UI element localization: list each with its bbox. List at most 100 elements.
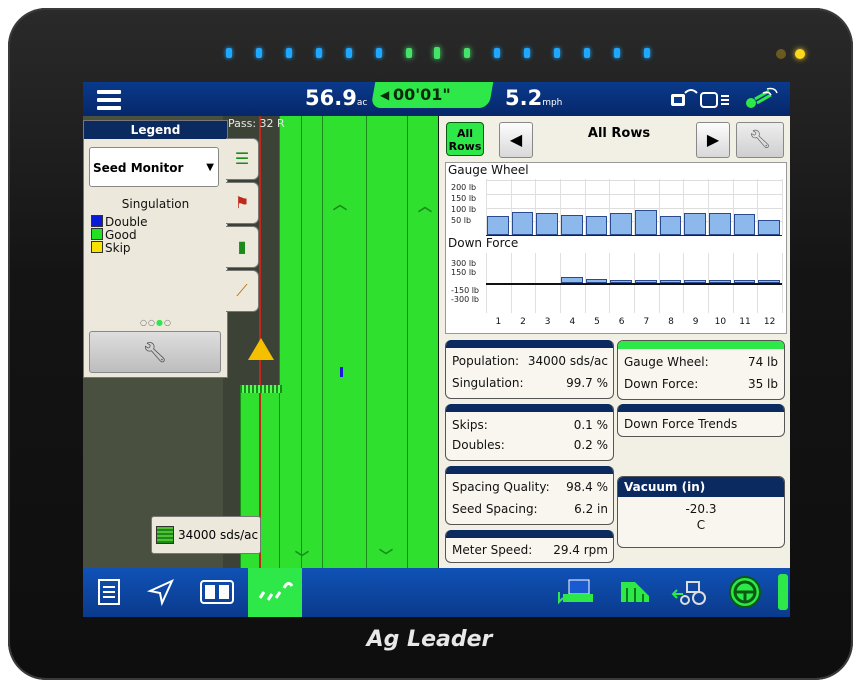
legend-item-double: Double bbox=[91, 215, 148, 229]
row-selection-title: All Rows bbox=[587, 126, 651, 141]
downforce-tick: 150 lb bbox=[451, 268, 477, 277]
meter-speed-row: Meter Speed: 29.4 rpm bbox=[452, 543, 608, 557]
row-axis-label: 5 bbox=[594, 317, 600, 327]
field-coverage-icon[interactable] bbox=[613, 574, 657, 610]
coverage-strip bbox=[279, 116, 302, 568]
legend-layer-select[interactable]: Seed Monitor ▼ bbox=[89, 147, 219, 187]
gauge-downforce-card[interactable]: Gauge Wheel: 74 lb Down Force: 35 lb bbox=[617, 340, 785, 400]
speed-readout: 5.2mph bbox=[505, 86, 562, 110]
gauge-wheel-bar bbox=[561, 215, 583, 235]
gauge-wheel-bar bbox=[684, 212, 706, 235]
planter-toolbar bbox=[240, 385, 282, 393]
navigation-icon[interactable] bbox=[139, 574, 183, 610]
row-axis-label: 11 bbox=[739, 317, 751, 327]
gauge-wheel-bar bbox=[758, 219, 780, 235]
previous-row-button[interactable]: ◀ bbox=[499, 122, 533, 158]
gauge-axis-line bbox=[486, 235, 782, 236]
gauge-wheel-bar bbox=[585, 215, 608, 235]
chart-tab[interactable]: ▮ bbox=[226, 226, 259, 268]
vacuum-card[interactable]: Vacuum (in) -20.3 C bbox=[617, 476, 785, 548]
card-header bbox=[446, 466, 613, 474]
legend-tab-icon: ☰ bbox=[234, 149, 250, 168]
singulation-row: Singulation: 99.7 % bbox=[452, 376, 608, 390]
row-charts: Gauge Wheel 200 lb 150 lb 100 lb 50 lb D… bbox=[445, 162, 787, 334]
next-row-button[interactable]: ▶ bbox=[696, 122, 730, 158]
seed-spacing-value: 6.2 in bbox=[574, 502, 608, 516]
population-value: 34000 sds/ac bbox=[527, 354, 608, 368]
planter-status-icon[interactable] bbox=[555, 574, 599, 610]
flag-tab[interactable]: ⚑ bbox=[226, 182, 259, 224]
population-rate-card[interactable]: 34000 sds/ac bbox=[151, 516, 261, 554]
doubles-row: Doubles: 0.2 % bbox=[452, 438, 608, 452]
alert-indicator[interactable] bbox=[778, 574, 788, 610]
gauge-wheel-bar bbox=[635, 209, 657, 235]
gauge-wheel-bar bbox=[511, 212, 534, 235]
vacuum-value: -20.3 bbox=[685, 502, 717, 516]
brand-logo: Ag Leader bbox=[366, 627, 493, 652]
left-arrow-icon: ◀ bbox=[509, 130, 523, 149]
speed-unit: mph bbox=[542, 98, 563, 108]
legend-tab[interactable]: ☰ bbox=[226, 138, 259, 180]
gauge-wheel-bar bbox=[536, 212, 558, 235]
gauge-tick: 200 lb bbox=[451, 183, 477, 192]
row-axis-label: 10 bbox=[714, 317, 727, 327]
guidance-tab[interactable]: ⟋ bbox=[226, 270, 259, 312]
down-force-trends-button[interactable]: Down Force Trends bbox=[617, 404, 785, 437]
hamburger-menu-icon[interactable] bbox=[91, 88, 131, 112]
page-dots-indicator: ○○●○ bbox=[140, 318, 172, 327]
all-rows-button[interactable]: All Rows bbox=[446, 122, 484, 156]
guidance-icon: ⟋ bbox=[236, 281, 248, 300]
row-axis-label: 9 bbox=[692, 317, 699, 327]
document-icon[interactable] bbox=[87, 574, 131, 610]
gauge-vgrid bbox=[782, 179, 783, 235]
legend-panel: Legend Seed Monitor ▼ Singulation Double… bbox=[83, 120, 228, 378]
downforce-tick: 300 lb bbox=[451, 259, 477, 268]
meter-speed-card[interactable]: Meter Speed: 29.4 rpm bbox=[445, 530, 614, 563]
card-header bbox=[446, 530, 613, 538]
gauge-wheel-bar bbox=[733, 214, 756, 235]
population-card[interactable]: Population: 34000 sds/ac Singulation: 99.7… bbox=[445, 340, 614, 399]
gauge-wheel-chart-title: Gauge Wheel bbox=[448, 163, 529, 177]
bottom-toolbar bbox=[83, 568, 790, 617]
speed-value: 5.2 bbox=[505, 86, 543, 110]
panel-settings-button[interactable]: 🔧︎ bbox=[736, 122, 784, 158]
skips-value: 0.1 % bbox=[573, 418, 608, 432]
tractor-icon[interactable] bbox=[669, 574, 713, 610]
coverage-strip bbox=[407, 116, 438, 568]
power-led-dim bbox=[776, 49, 786, 59]
legend-item-skip: Skip bbox=[91, 241, 131, 255]
area-value: 56.9 bbox=[305, 86, 357, 110]
doubles-value: 0.2 % bbox=[573, 438, 608, 452]
timer-value: 00'01" bbox=[393, 85, 451, 104]
field-map[interactable]: Pass: 32 R ︿ ︿ ﹀ ﹀ Legend Seed Monitor ▼… bbox=[83, 116, 438, 568]
seed-rate-icon bbox=[156, 526, 174, 544]
power-led bbox=[795, 49, 805, 59]
row-axis-label: 1 bbox=[495, 317, 502, 327]
gauge-tick: 50 lb bbox=[451, 216, 472, 225]
gauge-wheel-row: Gauge Wheel: 74 lb bbox=[624, 355, 778, 369]
led-indicator-strip bbox=[226, 47, 656, 60]
seed-monitor-panel: All Rows ◀ All Rows ▶ 🔧︎ Gauge Wheel 200 … bbox=[439, 116, 790, 568]
planting-tab-active[interactable] bbox=[248, 568, 302, 617]
vacuum-section: C bbox=[696, 518, 706, 532]
status-icons[interactable] bbox=[671, 87, 786, 111]
population-row: Population: 34000 sds/ac bbox=[452, 354, 608, 368]
skips-doubles-card[interactable]: Skips: 0.1 % Doubles: 0.2 % bbox=[445, 404, 614, 461]
seed-planting-icon bbox=[258, 581, 294, 601]
spacing-card[interactable]: Spacing Quality: 98.4 % Seed Spacing: 6.2 … bbox=[445, 466, 614, 525]
steering-wheel-icon[interactable] bbox=[723, 574, 767, 610]
top-status-bar: 56.9ac ◀ 00'01" 5.2mph bbox=[83, 82, 790, 116]
split-screen-icon[interactable] bbox=[195, 574, 239, 610]
down-force-zero-line bbox=[486, 283, 782, 285]
row-axis-label: 6 bbox=[618, 317, 625, 327]
wrench-icon: 🔧︎ bbox=[748, 129, 772, 150]
down-force-value: 35 lb bbox=[747, 377, 778, 391]
double-seed-marker bbox=[340, 367, 343, 377]
card-header bbox=[618, 404, 784, 412]
area-readout: 56.9ac bbox=[305, 86, 367, 110]
downforce-vgrid bbox=[782, 253, 783, 313]
legend-item-good: Good bbox=[91, 228, 137, 242]
all-rows-label: All Rows bbox=[448, 127, 482, 153]
card-header bbox=[446, 340, 613, 348]
legend-settings-button[interactable]: 🔧︎ bbox=[89, 331, 221, 373]
